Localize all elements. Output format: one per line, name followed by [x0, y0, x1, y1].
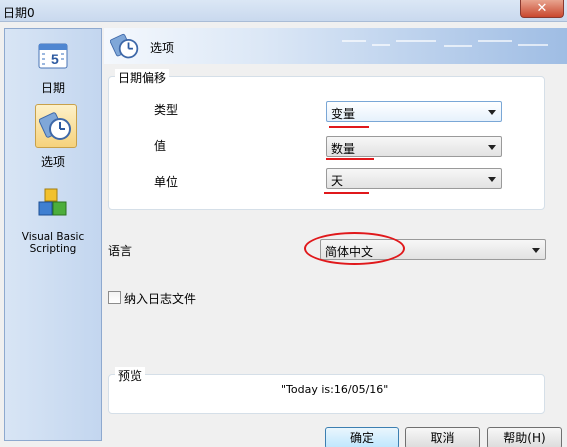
- value-label: 值: [154, 139, 167, 153]
- sidebar-item-label: 选项: [40, 155, 65, 169]
- language-label: 语言: [108, 244, 133, 258]
- page-title: 选项: [150, 41, 175, 55]
- type-select-value: 变量: [331, 107, 356, 121]
- page-header: 选项: [104, 28, 567, 64]
- chevron-down-icon: [488, 177, 496, 182]
- sidebar-item-label: Visual Basic Scripting: [21, 231, 85, 255]
- chevron-down-icon: [488, 145, 496, 150]
- preview-group-title: 预览: [115, 367, 146, 384]
- unit-select-value: 天: [331, 174, 344, 188]
- sidebar-item-date[interactable]: 5 日期: [5, 37, 101, 97]
- annotation-underline: [329, 126, 369, 128]
- header-decoration: [478, 40, 512, 42]
- type-select[interactable]: 变量: [326, 101, 502, 122]
- ok-button[interactable]: 确定: [325, 427, 399, 447]
- header-decoration: [342, 40, 366, 42]
- close-button[interactable]: ✕: [520, 0, 564, 18]
- preview-text: "Today is:16/05/16": [281, 383, 389, 396]
- value-select-value: 数量: [331, 142, 356, 156]
- chevron-down-icon: [488, 110, 496, 115]
- chevron-down-icon: [532, 248, 540, 253]
- sidebar: 5 日期 选项 Visual Basic Scripting: [4, 28, 102, 441]
- sidebar-item-vbscript[interactable]: Visual Basic Scripting: [5, 184, 101, 264]
- close-icon: ✕: [536, 1, 548, 16]
- title-bar: 日期0 ✕: [0, 0, 567, 22]
- sidebar-item-options[interactable]: 选项: [5, 104, 101, 170]
- cancel-button[interactable]: 取消: [405, 427, 480, 447]
- value-select[interactable]: 数量: [326, 136, 502, 157]
- annotation-circle: [304, 232, 405, 265]
- vbscript-blocks-icon: [38, 188, 67, 216]
- help-button[interactable]: 帮助(H): [487, 427, 562, 447]
- options-clock-icon: [39, 112, 71, 140]
- header-decoration: [396, 40, 436, 42]
- annotation-underline: [326, 158, 374, 160]
- log-file-checkbox-label[interactable]: 纳入日志文件: [124, 290, 196, 307]
- sidebar-item-label: 日期: [40, 81, 65, 95]
- annotation-underline: [324, 192, 369, 194]
- calendar-icon: 5: [38, 43, 68, 69]
- log-file-checkbox[interactable]: [108, 291, 121, 304]
- header-decoration: [444, 45, 472, 47]
- unit-label: 单位: [154, 175, 179, 189]
- svg-text:5: 5: [51, 51, 59, 67]
- type-label: 类型: [154, 103, 179, 117]
- header-decoration: [518, 44, 548, 46]
- window-title: 日期0: [3, 6, 35, 20]
- options-clock-icon: [110, 33, 139, 59]
- unit-select[interactable]: 天: [326, 168, 502, 189]
- header-decoration: [372, 44, 390, 46]
- date-offset-group-title: 日期偏移: [115, 69, 170, 86]
